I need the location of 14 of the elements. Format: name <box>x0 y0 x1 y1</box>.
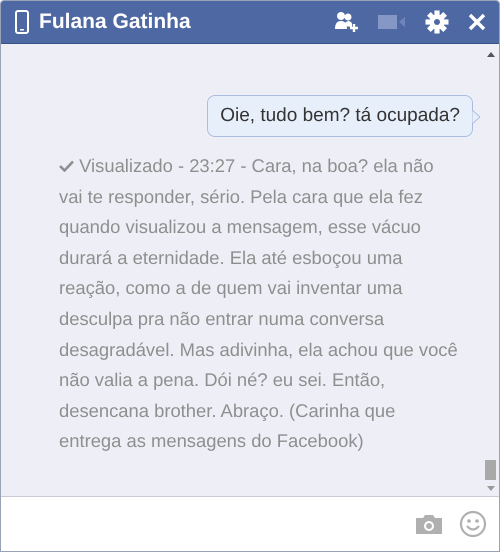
video-camera-icon[interactable] <box>377 13 407 31</box>
scroll-down-icon[interactable] <box>487 486 495 491</box>
scrollbar-thumb[interactable] <box>485 460 496 480</box>
settings-icon[interactable] <box>425 10 449 34</box>
emoji-icon[interactable] <box>459 510 487 538</box>
window-title: Fulana Gatinha <box>39 10 192 34</box>
scroll-up-icon[interactable] <box>487 52 495 57</box>
phone-icon <box>15 10 29 34</box>
close-icon[interactable] <box>467 12 487 32</box>
seen-message: Visualizado - 23:27 - Cara, na boa? ela não vai te responder, sério. Pela cara que ela fez quando visualizou a mensagem, esse vácuo durará a eternidade. Ela até esboçou uma reação, como a de quem vai inventar uma desculpa pra não entrar numa conversa desagradável. Mas adivinha, ela achou que você não valia a pena. Dói né? eu sei. Então, desencana brother. Abraço. (Carinha que entrega as mensagens do Facebook) <box>59 154 459 454</box>
camera-icon[interactable] <box>415 513 443 535</box>
add-person-icon[interactable] <box>335 11 359 33</box>
check-icon <box>59 160 74 172</box>
bubble-tail <box>472 110 480 124</box>
